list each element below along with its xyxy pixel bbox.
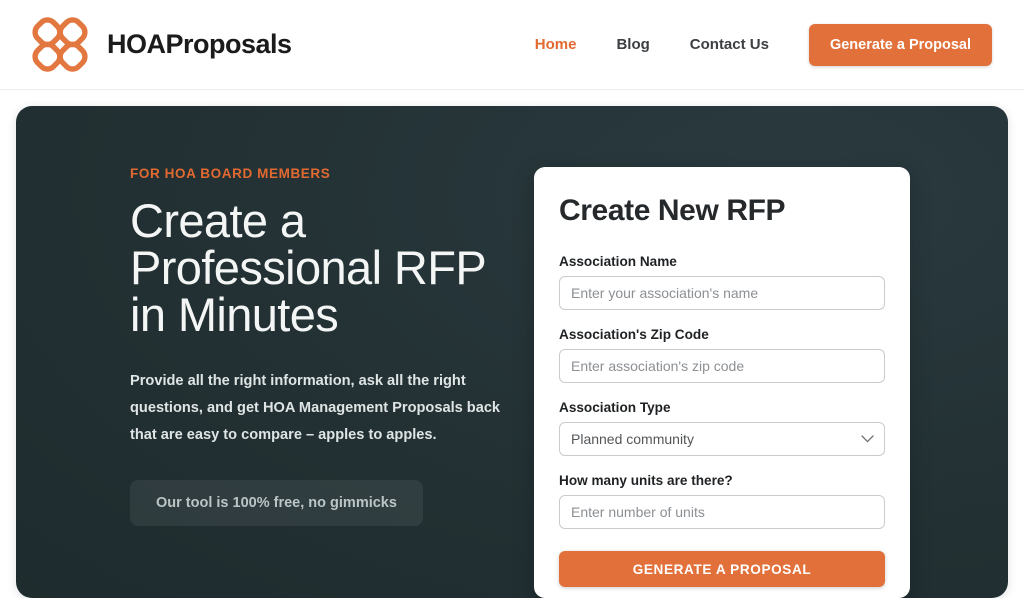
site-header: HOAProposals Home Blog Contact Us Genera… <box>0 0 1024 90</box>
association-type-select-wrap: Planned community <box>559 422 885 456</box>
association-zip-input[interactable] <box>559 349 885 383</box>
field-label-association-zip: Association's Zip Code <box>559 327 709 342</box>
hero-title-line-2: Professional RFP <box>130 241 487 294</box>
field-label-unit-count: How many units are there? <box>559 473 733 488</box>
unit-count-input[interactable] <box>559 495 885 529</box>
create-rfp-card: Create New RFP Association Name Associat… <box>534 167 910 598</box>
clover-logo-icon <box>32 17 88 72</box>
field-association-name: Association Name <box>559 254 885 310</box>
card-title: Create New RFP <box>559 194 786 227</box>
hero-eyebrow: FOR HOA BOARD MEMBERS <box>130 166 331 181</box>
brand[interactable]: HOAProposals <box>30 16 292 73</box>
main-nav: Home Blog Contact Us <box>535 36 769 53</box>
hero-free-badge: Our tool is 100% free, no gimmicks <box>130 479 423 526</box>
field-unit-count: How many units are there? <box>559 473 885 529</box>
nav-item-home[interactable]: Home <box>535 36 577 53</box>
field-association-type: Association Type Planned community <box>559 400 885 456</box>
hero-inner: FOR HOA BOARD MEMBERS Create a Professio… <box>16 106 1008 598</box>
nav-item-blog[interactable]: Blog <box>616 36 649 53</box>
field-label-association-type: Association Type <box>559 400 671 415</box>
header-generate-proposal-button[interactable]: Generate a Proposal <box>808 23 992 66</box>
association-name-input[interactable] <box>559 276 885 310</box>
hero-subtitle: Provide all the right information, ask a… <box>130 373 501 443</box>
brand-name: HOAProposals <box>107 29 292 59</box>
nav-item-contact-us[interactable]: Contact Us <box>690 36 769 53</box>
hero-title-line-3: in Minutes <box>130 288 339 341</box>
field-association-zip: Association's Zip Code <box>559 327 885 383</box>
hero-title: Create a Professional RFP in Minutes <box>130 197 530 338</box>
hero-section: FOR HOA BOARD MEMBERS Create a Professio… <box>16 106 1008 598</box>
hero-copy: FOR HOA BOARD MEMBERS Create a Professio… <box>130 166 530 526</box>
hero-title-line-1: Create a <box>130 194 306 247</box>
field-label-association-name: Association Name <box>559 254 677 269</box>
association-type-select[interactable]: Planned community <box>559 422 885 456</box>
header-right: Home Blog Contact Us Generate a Proposal <box>535 23 992 66</box>
